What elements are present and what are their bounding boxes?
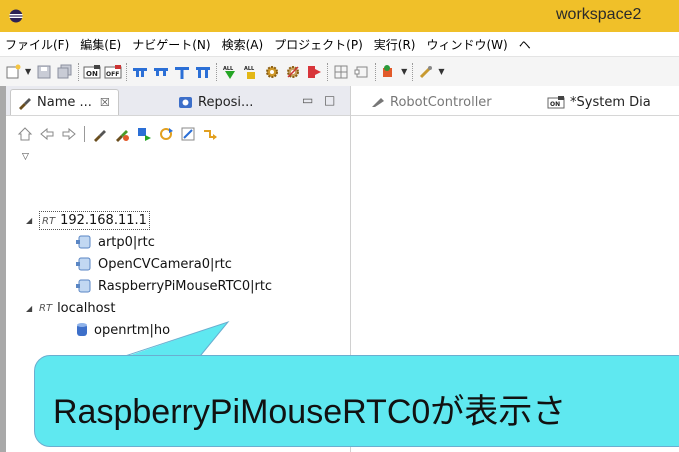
chevron-down-icon[interactable]: ▼: [25, 67, 31, 76]
component-icon: [76, 257, 92, 271]
tree-node-label: openrtm|ho: [94, 322, 171, 338]
layout2-icon[interactable]: [353, 63, 371, 81]
close-icon[interactable]: ☒: [100, 96, 110, 109]
maximize-icon[interactable]: □: [324, 93, 335, 107]
tree-node-host[interactable]: ◢ RT localhost: [26, 298, 115, 318]
annotation-callout: RaspberryPiMouseRTC0が表示さ: [34, 355, 679, 447]
toolbar-separator: [327, 62, 329, 81]
save-all-icon[interactable]: [56, 63, 74, 81]
exit-icon[interactable]: [305, 63, 323, 81]
window-title: workspace2: [556, 6, 642, 23]
toolbar-separator: [126, 62, 128, 81]
expand-triangle-icon[interactable]: ◢: [26, 216, 34, 225]
tab-name-service[interactable]: Name ... ☒: [10, 89, 119, 115]
view-toolbar-separator: [84, 126, 85, 142]
delete-icon[interactable]: [179, 125, 197, 143]
main-toolbar: ▼ ON OFF ALL ALL ▼ ▼: [0, 56, 679, 86]
view-toolbar: [16, 124, 223, 144]
menu-edit[interactable]: 編集(E): [80, 36, 121, 53]
toolbar-separator: [375, 62, 377, 81]
forward-arrow-icon[interactable]: [60, 125, 78, 143]
tab-system-diagram[interactable]: ON *System Dia: [547, 91, 651, 113]
repository-icon: [179, 97, 192, 108]
selected-node-box: RT 192.168.11.1: [39, 210, 150, 230]
tab-robot-controller-label: RobotController: [390, 94, 492, 110]
tree-node-label: localhost: [57, 300, 116, 316]
tree-node-label: 192.168.11.1: [60, 212, 147, 228]
plug-icon[interactable]: [91, 125, 109, 143]
svg-text:ON: ON: [86, 70, 98, 78]
tree-node-context[interactable]: openrtm|ho: [76, 320, 170, 340]
component-icon: [76, 235, 92, 249]
controller-icon: [372, 98, 384, 107]
menu-search[interactable]: 検索(A): [222, 36, 264, 53]
link-icon[interactable]: [201, 125, 219, 143]
menu-window[interactable]: ウィンドウ(W): [426, 36, 507, 53]
tree-node-label: artp0|rtc: [98, 234, 155, 250]
gear-icon[interactable]: [263, 63, 281, 81]
system-diagram-icon: ON: [547, 96, 565, 109]
svg-text:OFF: OFF: [106, 71, 119, 78]
view-menu-icon[interactable]: ▽: [22, 152, 29, 162]
tab-robot-controller[interactable]: RobotController: [371, 91, 492, 113]
tree-node-component[interactable]: OpenCVCamera0|rtc: [76, 254, 232, 274]
tab-repository-label: Reposi...: [198, 94, 254, 110]
all-connect-icon[interactable]: [173, 63, 191, 81]
off-icon[interactable]: OFF: [104, 63, 122, 81]
menu-help[interactable]: ヘ: [519, 36, 531, 53]
connect-icon[interactable]: [131, 63, 149, 81]
new-icon[interactable]: [4, 63, 22, 81]
svg-text:ON: ON: [550, 101, 560, 108]
eclipse-icon: [9, 9, 23, 23]
all-disconnect-icon[interactable]: [194, 63, 212, 81]
tree-node-label: RaspberryPiMouseRTC0|rtc: [98, 278, 273, 294]
menu-file[interactable]: ファイル(F): [5, 36, 69, 53]
tool-icon[interactable]: [417, 63, 435, 81]
sync-icon[interactable]: [157, 125, 175, 143]
left-tab-bar: Name ... ☒ Reposi... ▭ □: [6, 86, 350, 116]
svg-text:ALL: ALL: [244, 66, 255, 72]
toolbar-separator: [78, 62, 80, 81]
all-activate-icon[interactable]: ALL: [221, 63, 239, 81]
menu-bar: ファイル(F) 編集(E) ナビゲート(N) 検索(A) プロジェクト(P) 実…: [0, 32, 679, 56]
back-arrow-icon[interactable]: [38, 125, 56, 143]
home-icon[interactable]: [16, 125, 34, 143]
tree-node-host[interactable]: ◢ RT 192.168.11.1: [26, 210, 150, 230]
rt-icon: RT: [39, 302, 53, 314]
toolbar-separator: [412, 62, 414, 81]
menu-project[interactable]: プロジェクト(P): [274, 36, 363, 53]
tab-name-service-label: Name ...: [37, 95, 92, 110]
all-deactivate-icon[interactable]: ALL: [242, 63, 260, 81]
chevron-down-icon[interactable]: ▼: [438, 67, 444, 76]
cylinder-icon: [76, 322, 88, 338]
callout-text: RaspberryPiMouseRTC0が表示さ: [53, 393, 567, 431]
toolbar-separator: [216, 62, 218, 81]
minimize-icon[interactable]: ▭: [302, 93, 313, 107]
add-plug-icon[interactable]: [113, 125, 131, 143]
chevron-down-icon[interactable]: ▼: [401, 67, 407, 76]
save-icon[interactable]: [35, 63, 53, 81]
menu-navigate[interactable]: ナビゲート(N): [132, 36, 210, 53]
run-icon[interactable]: [380, 63, 398, 81]
plug-icon: [19, 97, 31, 110]
tab-repository[interactable]: Reposi...: [174, 89, 253, 115]
component-icon: [76, 279, 92, 293]
on-icon[interactable]: ON: [83, 63, 101, 81]
expand-triangle-icon[interactable]: ◢: [26, 304, 34, 313]
tree-node-label: OpenCVCamera0|rtc: [98, 256, 232, 272]
tree-node-component[interactable]: artp0|rtc: [76, 232, 155, 252]
rt-icon: RT: [42, 215, 56, 227]
layout-icon[interactable]: [332, 63, 350, 81]
title-bar: workspace2: [0, 0, 679, 32]
editor-tab-bar: RobotController ON *System Dia: [351, 86, 679, 116]
menu-run[interactable]: 実行(R): [374, 36, 416, 53]
tree-node-component[interactable]: RaspberryPiMouseRTC0|rtc: [76, 276, 272, 296]
tab-system-diagram-label: *System Dia: [570, 94, 651, 110]
gear-stop-icon[interactable]: [284, 63, 302, 81]
disconnect-icon[interactable]: [152, 63, 170, 81]
refresh-tree-icon[interactable]: [135, 125, 153, 143]
